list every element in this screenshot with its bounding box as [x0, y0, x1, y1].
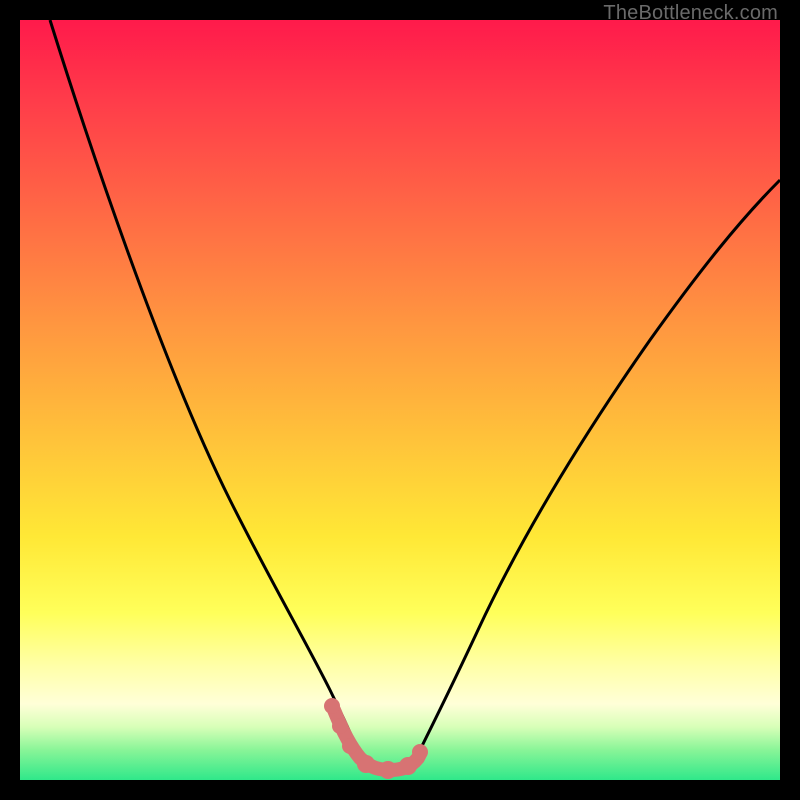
- watermark-text: TheBottleneck.com: [603, 2, 778, 25]
- valley-dot: [342, 738, 358, 754]
- left-curve: [50, 20, 360, 758]
- valley-dot: [332, 718, 348, 734]
- valley-dot: [379, 761, 397, 779]
- curve-layer: [20, 20, 780, 780]
- chart-frame: [20, 20, 780, 780]
- valley-dot: [412, 744, 428, 760]
- right-curve: [415, 180, 780, 760]
- valley-dot: [324, 698, 340, 714]
- valley-dot: [357, 755, 375, 773]
- valley-dot: [399, 757, 417, 775]
